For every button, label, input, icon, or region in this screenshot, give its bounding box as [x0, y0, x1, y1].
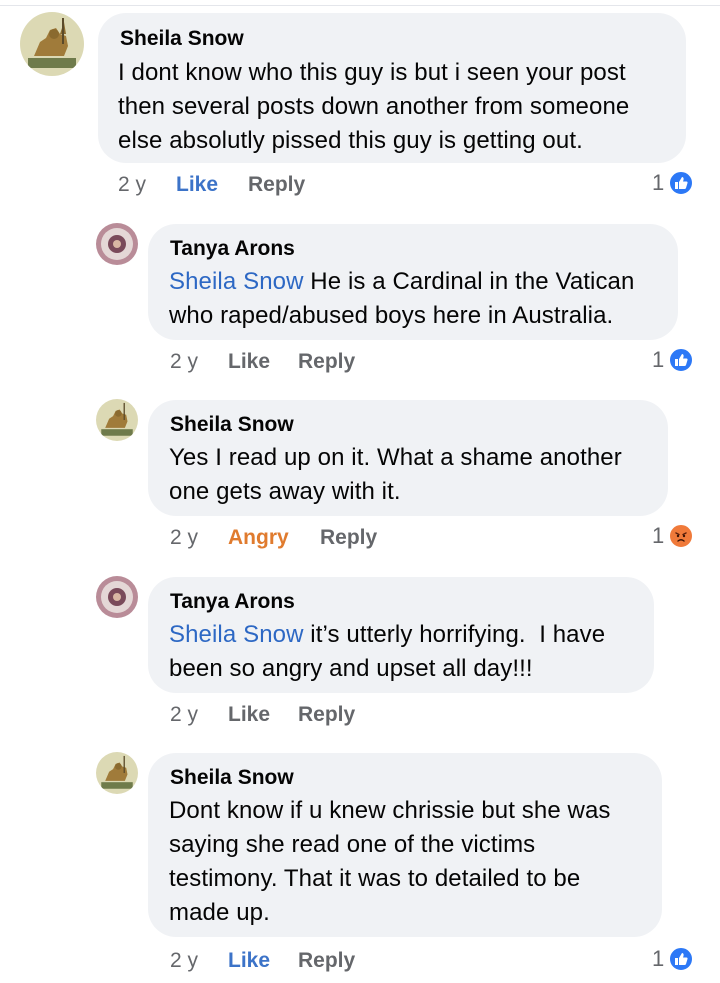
comment-author[interactable]: Sheila Snow [170, 765, 294, 791]
comment-bubble: Tanya Arons Sheila Snow He is a Cardinal… [148, 224, 678, 340]
comment-timestamp[interactable]: 2 y [170, 949, 198, 973]
mention-link[interactable]: Sheila Snow [169, 268, 304, 295]
reaction-summary[interactable]: 1 [652, 170, 695, 196]
comment-text-line: then several posts down another from som… [118, 93, 630, 120]
reaction-count: 1 [652, 347, 665, 372]
comment-text: it’s utterly horrifying. I have [303, 621, 606, 648]
comment-author[interactable]: Tanya Arons [170, 589, 295, 615]
reaction-summary[interactable]: 1 [652, 347, 695, 373]
comment-text-line: one gets away with it. [169, 478, 401, 505]
comment-text-line: Dont know if u knew chrissie but she was [169, 797, 611, 824]
comment-timestamp[interactable]: 2 y [170, 526, 198, 550]
comment-text-line: Sheila Snow He is a Cardinal in the Vati… [169, 265, 634, 299]
reply-button[interactable]: Reply [298, 350, 355, 374]
comment-author[interactable]: Sheila Snow [120, 26, 244, 52]
reply-button[interactable]: Reply [320, 526, 377, 550]
mention-link[interactable]: Sheila Snow [169, 621, 304, 648]
comment-text-line: else absolutly pissed this guy is gettin… [118, 127, 583, 154]
comment-author[interactable]: Tanya Arons [170, 236, 295, 262]
like-button[interactable]: Like [228, 949, 270, 973]
comment-text-line: been so angry and upset all day!!! [169, 655, 533, 682]
like-button[interactable]: Like [228, 703, 270, 727]
comment-text-line: made up. [169, 899, 270, 926]
reaction-count: 1 [652, 946, 665, 971]
reaction-count: 1 [652, 170, 665, 195]
reply-button[interactable]: Reply [298, 703, 355, 727]
comment-bubble: Sheila Snow I dont know who this guy is … [98, 13, 686, 163]
comment-bubble: Sheila Snow Dont know if u knew chrissie… [148, 753, 662, 937]
avatar-lion-icon[interactable] [96, 752, 138, 794]
avatar-lion-icon[interactable] [96, 399, 138, 441]
reply-button[interactable]: Reply [248, 173, 305, 197]
angry-icon [668, 523, 695, 549]
reaction-count: 1 [652, 523, 665, 548]
like-icon [668, 946, 695, 972]
comment-bubble: Sheila Snow Yes I read up on it. What a … [148, 400, 668, 516]
like-button[interactable]: Like [176, 173, 218, 197]
comment-text-line: Sheila Snow it’s utterly horrifying. I h… [169, 618, 605, 652]
reaction-summary[interactable]: 1 [652, 946, 695, 972]
comment-text-line: saying she read one of the victims [169, 831, 536, 858]
reaction-summary[interactable]: 1 [652, 523, 695, 549]
comment-text-line: Yes I read up on it. What a shame anothe… [169, 444, 622, 471]
comment-author[interactable]: Sheila Snow [170, 412, 294, 438]
angry-reaction-button[interactable]: Angry [228, 526, 289, 550]
like-icon [668, 170, 695, 196]
comment-timestamp[interactable]: 2 y [170, 350, 198, 374]
top-divider [0, 0, 720, 6]
comment-bubble: Tanya Arons Sheila Snow it’s utterly hor… [148, 577, 654, 693]
like-button[interactable]: Like [228, 350, 270, 374]
comment-text-line: who raped/abused boys here in Australia. [169, 302, 614, 329]
avatar-flower-icon[interactable] [96, 576, 138, 618]
like-icon [668, 347, 695, 373]
comment-text-line: testimony. That it was to detailed to be [169, 865, 581, 892]
comment-text-line: I dont know who this guy is but i seen y… [118, 59, 626, 86]
comment-text: He is a Cardinal in the Vatican [303, 268, 635, 295]
reply-button[interactable]: Reply [298, 949, 355, 973]
comment-timestamp[interactable]: 2 y [118, 173, 146, 197]
avatar-flower-icon[interactable] [96, 223, 138, 265]
avatar-lion-icon[interactable] [20, 12, 84, 76]
comment-timestamp[interactable]: 2 y [170, 703, 198, 727]
